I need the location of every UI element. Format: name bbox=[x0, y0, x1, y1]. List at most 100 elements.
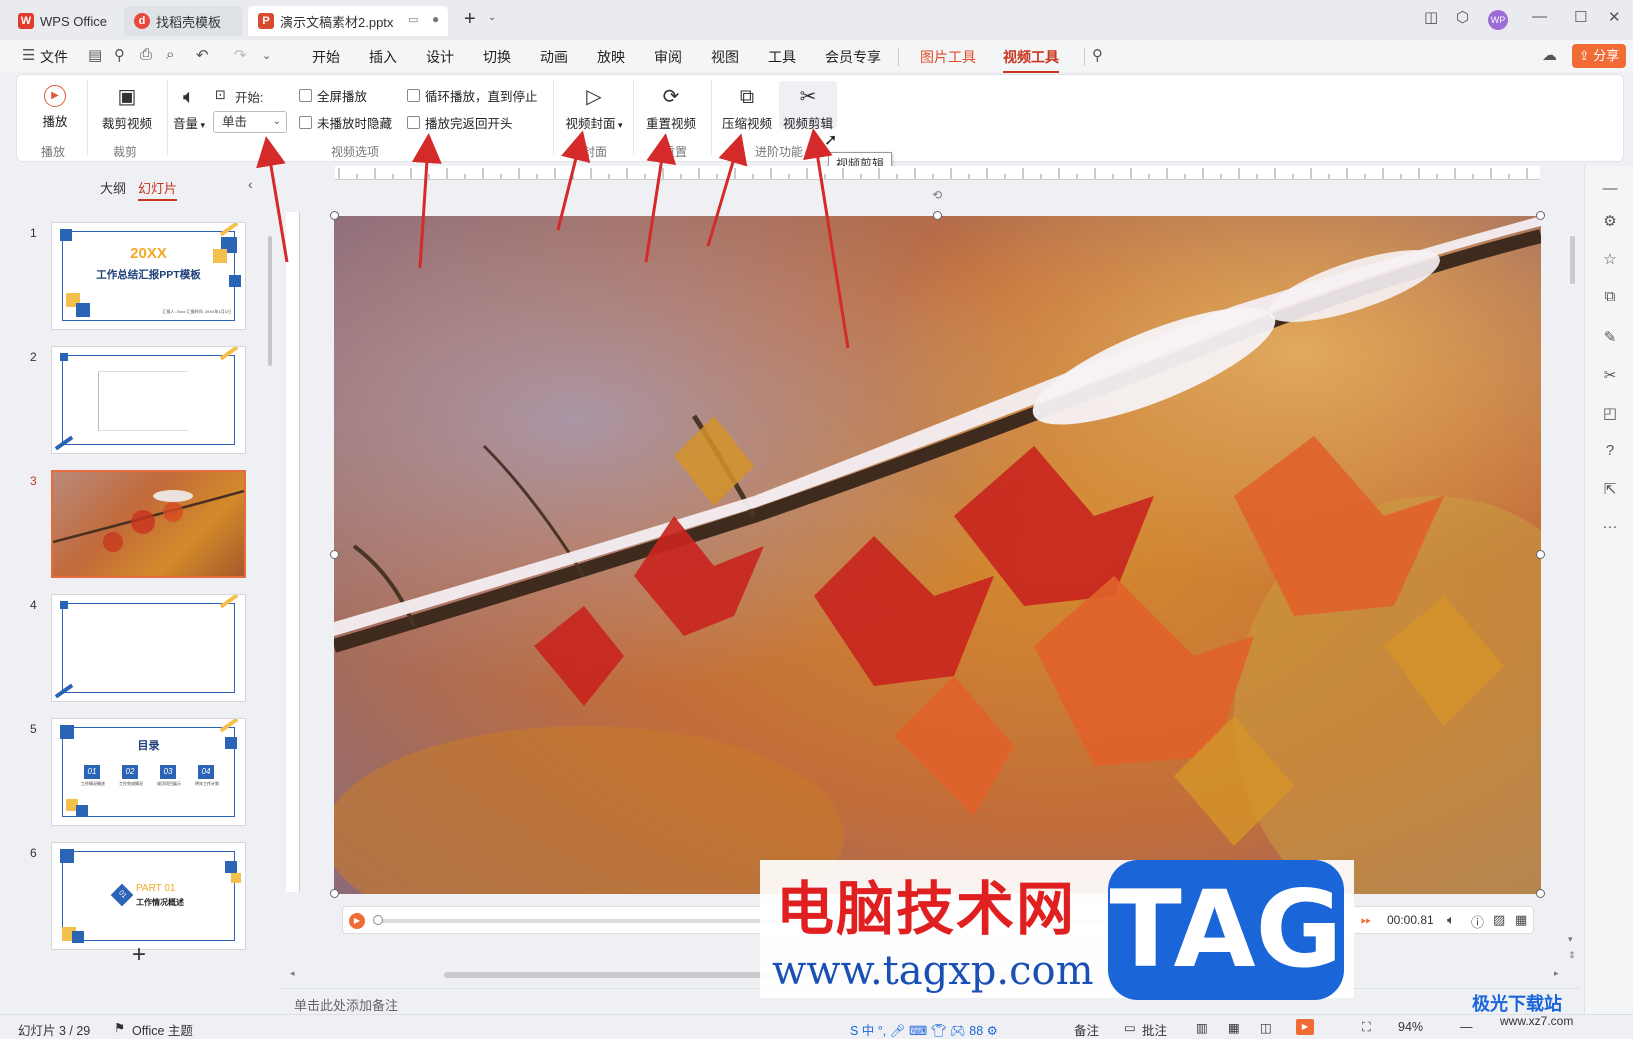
slideshow-button[interactable]: ▶ bbox=[1296, 1019, 1314, 1035]
rotate-handle-icon[interactable]: ⟲ bbox=[932, 188, 942, 202]
checkbox-rewind[interactable]: 播放完返回开头 bbox=[407, 113, 513, 132]
image-icon[interactable]: ▨ bbox=[1493, 912, 1505, 928]
sorter-view-icon[interactable]: ▦ bbox=[1228, 1020, 1240, 1035]
volume-button[interactable]: 🔈︎ 音量 ▾ bbox=[169, 85, 209, 132]
reading-view-icon[interactable]: ◫ bbox=[1260, 1020, 1272, 1035]
tab-slides[interactable]: 幻灯片 bbox=[138, 178, 178, 201]
checkbox-box[interactable] bbox=[299, 89, 312, 102]
tab-find-template[interactable]: d 找稻壳模板 bbox=[124, 6, 242, 36]
hamburger-icon[interactable]: ☰ bbox=[22, 46, 35, 64]
slide-thumbnail-6[interactable]: 01 PART 01 工作情况概述 bbox=[51, 842, 246, 950]
zoom-out-icon[interactable]: — bbox=[1460, 1020, 1473, 1034]
compress-video-button[interactable]: ⧉ 压缩视频 bbox=[721, 85, 773, 132]
resize-handle[interactable] bbox=[330, 889, 339, 898]
collapse-panel-icon[interactable]: ‹ bbox=[248, 176, 253, 192]
menu-tools[interactable]: 工具 bbox=[768, 47, 796, 67]
star-icon[interactable]: ☆ bbox=[1601, 250, 1619, 268]
volume-icon[interactable]: 🔈︎ bbox=[1447, 912, 1455, 928]
maximize-icon[interactable]: ☐ bbox=[1574, 8, 1587, 26]
video-cover-button[interactable]: ▷ 视频封面 ▾ bbox=[563, 85, 625, 132]
add-slide-button[interactable]: + bbox=[132, 941, 146, 969]
resize-handle[interactable] bbox=[1536, 211, 1545, 220]
search-icon[interactable]: ⚲ bbox=[1092, 46, 1103, 64]
trim-video-button[interactable]: ▣ 裁剪视频 bbox=[95, 85, 159, 132]
checkbox-box[interactable] bbox=[407, 89, 420, 102]
tab-document[interactable]: P 演示文稿素材2.pptx ▭ ● bbox=[248, 6, 448, 36]
scroll-left-icon[interactable]: ◂ bbox=[290, 968, 295, 979]
comments-toggle[interactable]: 批注 bbox=[1142, 1020, 1167, 1039]
chevron-down-icon[interactable]: ⌄ bbox=[488, 12, 496, 23]
cube-icon[interactable]: ⬡ bbox=[1456, 8, 1469, 26]
book-icon[interactable]: ◰ bbox=[1601, 404, 1619, 422]
resize-handle[interactable] bbox=[1536, 550, 1545, 559]
notes-toggle[interactable]: 备注 bbox=[1074, 1020, 1099, 1039]
reset-video-button[interactable]: ⟳ 重置视频 bbox=[645, 85, 697, 132]
skip-forward-icon[interactable]: ⏩︎ bbox=[1361, 912, 1371, 928]
undo-icon[interactable]: ↶ bbox=[196, 46, 209, 64]
scroll-up-icon[interactable]: ▾ bbox=[1568, 934, 1573, 945]
video-object[interactable] bbox=[334, 216, 1541, 894]
comment-icon[interactable]: ▭ bbox=[1124, 1020, 1136, 1035]
resize-handle[interactable] bbox=[933, 211, 942, 220]
save-icon[interactable]: ▤ bbox=[88, 46, 102, 64]
menu-design[interactable]: 设计 bbox=[426, 47, 454, 67]
cloud-icon[interactable]: ☁ bbox=[1542, 46, 1557, 64]
slide-thumbnail-4[interactable] bbox=[51, 594, 246, 702]
share-out-icon[interactable]: ⇱ bbox=[1601, 480, 1619, 498]
edit-video-button[interactable]: ✂ 视频剪辑 bbox=[779, 81, 837, 131]
checkbox-hide-not-playing[interactable]: 未播放时隐藏 bbox=[299, 113, 392, 132]
panel-scrollbar[interactable] bbox=[268, 236, 272, 366]
slide-thumbnail-3[interactable] bbox=[51, 470, 246, 578]
scroll-updown-icon[interactable]: ⇕ bbox=[1568, 950, 1576, 961]
checkbox-box[interactable] bbox=[407, 116, 420, 129]
play-button[interactable]: ▶ 播放 bbox=[39, 85, 71, 130]
more-icon[interactable]: ··· bbox=[1601, 518, 1619, 535]
grid-icon[interactable]: ▦ bbox=[1515, 912, 1527, 928]
help-icon[interactable]: ? bbox=[1601, 442, 1619, 459]
progress-knob[interactable] bbox=[373, 915, 383, 925]
menu-review[interactable]: 审阅 bbox=[654, 47, 682, 67]
adjust-icon[interactable]: ⚙ bbox=[1601, 212, 1619, 230]
menu-view[interactable]: 视图 bbox=[711, 47, 739, 67]
slide-thumbnail-2[interactable] bbox=[51, 346, 246, 454]
theme-name[interactable]: Office 主题 bbox=[132, 1020, 193, 1039]
resize-handle[interactable] bbox=[1536, 889, 1545, 898]
minimize-icon[interactable]: — bbox=[1532, 8, 1547, 25]
checkbox-loop[interactable]: 循环播放，直到停止 bbox=[407, 86, 538, 105]
resize-handle[interactable] bbox=[330, 211, 339, 220]
menu-file[interactable]: 文件 bbox=[40, 47, 68, 67]
player-play-icon[interactable]: ▶ bbox=[349, 913, 365, 929]
menu-transition[interactable]: 切换 bbox=[483, 47, 511, 67]
menu-animation[interactable]: 动画 bbox=[540, 47, 568, 67]
resize-handle[interactable] bbox=[330, 550, 339, 559]
avatar[interactable]: WP bbox=[1488, 10, 1508, 30]
menu-slideshow[interactable]: 放映 bbox=[597, 47, 625, 67]
brush-icon[interactable]: ✎ bbox=[1601, 328, 1619, 346]
copy-icon[interactable]: ⧉ bbox=[1601, 288, 1619, 305]
scroll-right-icon[interactable]: ▸ bbox=[1554, 968, 1559, 979]
layout-icon[interactable]: ◫ bbox=[1424, 8, 1438, 26]
menu-start[interactable]: 开始 bbox=[312, 47, 340, 67]
tab-wps-office[interactable]: W WPS Office bbox=[8, 6, 118, 36]
redo-icon[interactable]: ↷ bbox=[234, 46, 247, 64]
theme-icon[interactable]: ⚑ bbox=[114, 1020, 125, 1035]
vertical-scrollbar[interactable] bbox=[1570, 236, 1575, 284]
fit-icon[interactable]: ⛶ bbox=[1362, 1020, 1371, 1035]
close-icon[interactable]: ✕ bbox=[1608, 8, 1621, 26]
more-chevron-icon[interactable]: ⌄ bbox=[262, 49, 271, 62]
ime-toolbar[interactable]: S 中 °, 🎤︎ ⌨ 👕︎ 🎮︎ 88 ⚙ bbox=[850, 1020, 998, 1039]
menu-member[interactable]: 会员专享 bbox=[825, 47, 881, 67]
menu-video-tools[interactable]: 视频工具 bbox=[1003, 47, 1059, 73]
share-button[interactable]: ⇪ 分享 bbox=[1572, 44, 1626, 68]
checkbox-fullscreen[interactable]: 全屏播放 bbox=[299, 86, 367, 105]
tab-outline[interactable]: 大纲 bbox=[100, 178, 126, 197]
menu-insert[interactable]: 插入 bbox=[369, 47, 397, 67]
link-icon[interactable]: ⚲ bbox=[114, 46, 125, 64]
info-icon[interactable]: ⓘ bbox=[1471, 912, 1484, 931]
monitor-icon[interactable]: ▭ bbox=[408, 13, 418, 26]
start-dropdown[interactable]: 单击 ⌄ bbox=[213, 111, 287, 133]
slide-thumbnail-5[interactable]: 目录 01 02 03 04 工作情况概述 工作完成情况 成功项目展示 明年工作… bbox=[51, 718, 246, 826]
print-icon[interactable]: ⎙ bbox=[140, 46, 152, 63]
tools-icon[interactable]: ✂ bbox=[1601, 366, 1619, 384]
new-tab-button[interactable]: + bbox=[464, 8, 476, 31]
